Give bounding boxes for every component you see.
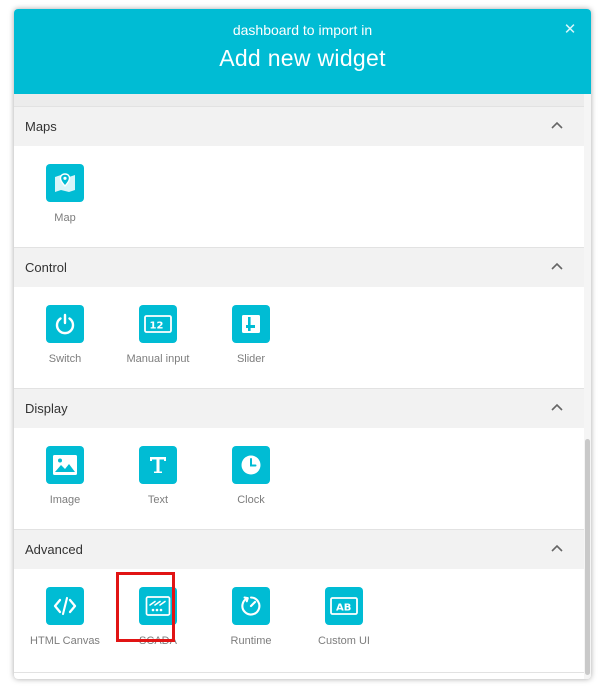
widget-label: Switch	[48, 353, 82, 365]
add-widget-modal: dashboard to import in Add new widget ✕ …	[14, 9, 591, 679]
divider	[14, 672, 584, 673]
list-top-spacer	[14, 94, 584, 106]
scrollbar-thumb[interactable]	[585, 439, 590, 675]
widget-html-canvas[interactable]: HTML Canvas	[25, 587, 105, 677]
section-header-display[interactable]: Display	[14, 388, 584, 428]
widget-text[interactable]: Text	[118, 446, 198, 536]
svg-text:AB: AB	[336, 603, 351, 614]
widget-slider[interactable]: Slider	[211, 305, 291, 395]
widget-map[interactable]: Map	[25, 164, 105, 254]
widget-list[interactable]: Maps Map Control Switch 12 Manual input …	[14, 94, 591, 679]
widget-label: Map	[54, 212, 76, 224]
manual-input-icon[interactable]: 12	[139, 305, 177, 343]
section-title: Advanced	[25, 542, 83, 557]
widget-label: Runtime	[230, 635, 272, 647]
widget-label: Slider	[236, 353, 266, 365]
widget-label: Manual input	[126, 353, 190, 365]
widget-manual-input[interactable]: 12 Manual input	[118, 305, 198, 395]
runtime-icon[interactable]	[232, 587, 270, 625]
chevron-up-icon[interactable]	[550, 261, 564, 271]
image-icon[interactable]	[46, 446, 84, 484]
svg-text:12: 12	[150, 321, 164, 332]
section-header-maps[interactable]: Maps	[14, 106, 584, 146]
widget-scada[interactable]: SCADA	[118, 587, 198, 677]
widget-label: HTML Canvas	[30, 635, 100, 647]
close-icon[interactable]: ✕	[561, 21, 579, 39]
map-icon[interactable]	[46, 164, 84, 202]
widget-label: Image	[49, 494, 81, 506]
chevron-up-icon[interactable]	[550, 120, 564, 130]
section-body-maps: Map	[14, 146, 584, 247]
section-header-control[interactable]: Control	[14, 247, 584, 287]
section-body-display: Image Text Clock	[14, 428, 584, 529]
power-icon[interactable]	[46, 305, 84, 343]
section-body-control: Switch 12 Manual input Slider	[14, 287, 584, 388]
modal-subtitle: dashboard to import in	[232, 22, 373, 38]
widget-label: SCADA	[139, 635, 177, 647]
section-title: Maps	[25, 119, 57, 134]
widget-clock[interactable]: Clock	[211, 446, 291, 536]
chevron-up-icon[interactable]	[550, 402, 564, 412]
modal-header: dashboard to import in Add new widget ✕	[14, 9, 591, 94]
widget-image[interactable]: Image	[25, 446, 105, 536]
section-body-advanced: HTML Canvas SCADA Runtime AB Custom UI	[14, 569, 584, 672]
text-icon[interactable]	[139, 446, 177, 484]
slider-icon[interactable]	[232, 305, 270, 343]
scada-icon[interactable]	[139, 587, 177, 625]
chevron-up-icon[interactable]	[550, 543, 564, 553]
clock-icon[interactable]	[232, 446, 270, 484]
widget-label: Clock	[237, 494, 265, 506]
modal-title: Add new widget	[219, 45, 386, 71]
widget-switch[interactable]: Switch	[25, 305, 105, 395]
widget-custom-ui[interactable]: AB Custom UI	[304, 587, 384, 677]
section-header-advanced[interactable]: Advanced	[14, 529, 584, 569]
section-title: Display	[25, 401, 68, 416]
code-icon[interactable]	[46, 587, 84, 625]
widget-label: Text	[147, 494, 169, 506]
section-title: Control	[25, 260, 67, 275]
widget-label: Custom UI	[318, 635, 370, 647]
custom-ui-icon[interactable]: AB	[325, 587, 363, 625]
widget-runtime[interactable]: Runtime	[211, 587, 291, 677]
